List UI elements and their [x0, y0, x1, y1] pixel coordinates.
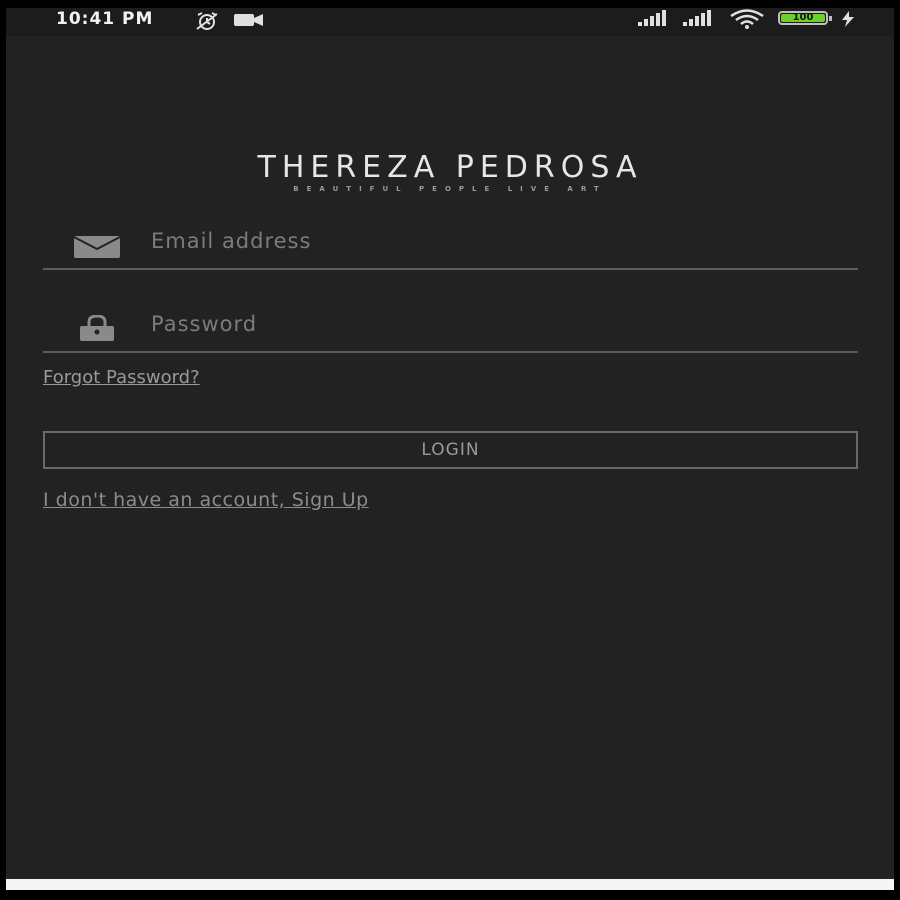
signal-icon [638, 10, 666, 26]
brand-title: THEREZA PEDROSA [257, 150, 643, 185]
app-screen: 10:41 PM 100 THEREZA PEDROSA BEAUTIFUL P… [6, 8, 894, 890]
brand-tagline: BEAUTIFUL PEOPLE LIVE ART [293, 185, 607, 193]
password-input[interactable] [151, 309, 801, 339]
wifi-icon [730, 9, 764, 29]
password-field[interactable] [43, 297, 858, 353]
navigation-bar [6, 879, 894, 890]
battery-icon: 100 [778, 11, 828, 25]
battery-level-text: 100 [792, 12, 814, 23]
signal-icon [683, 10, 711, 26]
battery-nub [829, 16, 832, 21]
video-camera-icon [234, 14, 263, 26]
email-field[interactable] [43, 214, 858, 270]
status-bar: 10:41 PM 100 [6, 8, 894, 36]
email-input[interactable] [151, 226, 801, 256]
forgot-password-link[interactable]: Forgot Password? [43, 367, 200, 388]
charging-bolt-icon [842, 11, 854, 27]
envelope-icon [74, 236, 120, 258]
alarm-off-icon [196, 12, 218, 30]
signup-link[interactable]: I don't have an account, Sign Up [43, 489, 369, 511]
login-button[interactable]: LOGIN [43, 431, 858, 469]
status-time: 10:41 PM [56, 9, 154, 29]
lock-icon [80, 315, 114, 341]
